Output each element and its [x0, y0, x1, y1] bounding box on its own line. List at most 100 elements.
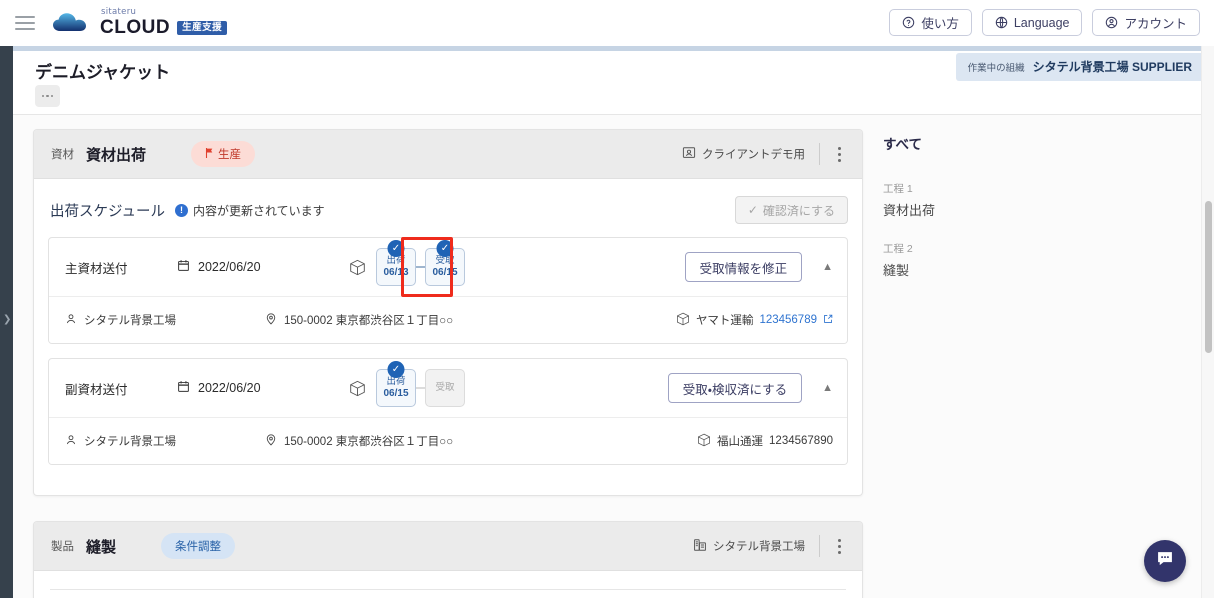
page-title: デニムジャケット	[35, 63, 171, 82]
chat-bubble-icon	[1155, 549, 1175, 574]
shipment-row: 副資材送付 2022/06/20 ✓ 出荷 06/15 受取 受取・検収済にする…	[49, 359, 847, 417]
navigator-item-name: 縫製	[883, 263, 910, 278]
shipment-carrier-label: 福山通運	[717, 436, 764, 448]
shipment-address-label: 150-0002 東京都渋谷区１丁目○○	[284, 315, 454, 327]
navigator-item-process-2[interactable]: 工程 2 縫製	[883, 241, 1183, 279]
shipment-step-chip-receive[interactable]: 受取	[425, 369, 465, 407]
shipment-step-date: 06/13	[383, 266, 409, 278]
help-button-label: 使い方	[921, 17, 959, 31]
card-kind-label: 資材	[51, 149, 74, 161]
card-owner: クライアントデモ用	[682, 146, 819, 163]
step-connector	[416, 266, 425, 268]
shipment-date-label: 2022/06/20	[198, 260, 261, 274]
page-more-actions-button[interactable]	[35, 85, 60, 107]
shipment-date: 2022/06/20	[177, 259, 327, 275]
shipment-block: 副資材送付 2022/06/20 ✓ 出荷 06/15 受取 受取・検収済にする…	[48, 358, 848, 465]
schedule-header: 出荷スケジュール ! 内容が更新されています ✓ 確認済にする	[48, 193, 848, 227]
brand-badge: 生産支援	[177, 21, 228, 36]
schedule-title: 出荷スケジュール	[50, 203, 165, 220]
mark-confirmed-button-label: 確認済にする	[762, 203, 835, 218]
person-icon	[65, 313, 77, 328]
schedule-update-note-label: 内容が更新されています	[192, 203, 325, 218]
card-more-menu-icon[interactable]	[820, 538, 848, 554]
status-badge: 条件調整	[161, 533, 236, 559]
language-button[interactable]: Language	[981, 9, 1083, 36]
brand-logo[interactable]: sitateru CLOUD 生産支援	[53, 8, 228, 37]
cloud-icon	[53, 11, 93, 35]
chevron-right-icon[interactable]: ❯	[3, 314, 11, 325]
tracking-number-text: 1234567890	[769, 435, 833, 447]
schedule-update-note: ! 内容が更新されています	[174, 202, 325, 219]
check-circle-icon: ✓	[387, 361, 405, 378]
process-card-sewing: 製品 縫製 条件調整 シタテル背景工場	[33, 521, 863, 598]
card-more-menu-icon[interactable]	[820, 146, 848, 162]
process-card-column: 資材 資材出荷 生産 クライアントデモ用 出荷スケジュール ! 内容が更新されて…	[33, 129, 863, 598]
shipment-carrier: 福山通運 1234567890	[697, 433, 833, 450]
globe-icon	[995, 16, 1008, 29]
mark-received-inspected-button-label: 受取・検収済にする	[682, 382, 788, 397]
page-scrollbar-track[interactable]	[1201, 46, 1214, 598]
shipment-status-chips: ✓ 出荷 06/15 受取	[349, 361, 465, 407]
hamburger-menu-icon[interactable]	[15, 15, 35, 30]
check-icon: ✓	[747, 203, 758, 217]
shipment-address: 150-0002 東京都渋谷区１丁目○○	[265, 312, 676, 328]
account-button[interactable]: アカウント	[1092, 9, 1200, 36]
account-button-label: アカウント	[1124, 17, 1187, 31]
shipment-row: 主資材送付 2022/06/20 ✓ 出荷 06/13 ✓ 受取 06/15 受…	[49, 237, 847, 297]
calendar-icon	[177, 380, 190, 396]
card-kind-label: 製品	[51, 541, 74, 553]
card-owner-label: シタテル背景工場	[713, 541, 805, 553]
org-label: 作業中の組織	[967, 63, 1025, 74]
shipment-address-label: 150-0002 東京都渋谷区１丁目○○	[284, 436, 454, 448]
navigator-item-step-label: 工程 1	[883, 183, 913, 195]
active-organization-chip: 作業中の組織 シタテル背景工場 SUPPLIER	[955, 53, 1204, 81]
shipment-actions: 受取・検収済にする ▲	[667, 373, 833, 403]
shipment-address: 150-0002 東京都渋谷区１丁目○○	[265, 433, 697, 449]
shipment-status-chips: ✓ 出荷 06/13 ✓ 受取 06/15	[349, 237, 465, 297]
process-card-material-shipping: 資材 資材出荷 生産 クライアントデモ用 出荷スケジュール ! 内容が更新されて…	[33, 129, 863, 496]
tracking-number-link[interactable]: 123456789	[759, 314, 817, 326]
mark-confirmed-button[interactable]: ✓ 確認済にする	[734, 196, 848, 224]
collapsed-sidebar-rail[interactable]: ❯	[0, 46, 13, 598]
check-circle-icon: ✓	[387, 240, 405, 257]
check-circle-icon: ✓	[436, 240, 454, 257]
shipment-date-label: 2022/06/20	[198, 381, 261, 395]
status-badge-label: 条件調整	[175, 541, 222, 553]
client-card-icon	[682, 146, 696, 163]
shipment-step-chip-ship[interactable]: ✓ 出荷 06/15	[376, 361, 416, 407]
card-owner-label: クライアントデモ用	[701, 149, 805, 161]
package-icon	[349, 380, 366, 397]
chat-support-button[interactable]	[1144, 540, 1186, 582]
account-circle-icon	[1105, 16, 1118, 29]
card-owner: シタテル背景工場	[693, 538, 819, 555]
org-value: シタテル背景工場 SUPPLIER	[1032, 60, 1192, 74]
page-scrollbar-thumb[interactable]	[1205, 201, 1212, 353]
package-icon	[676, 312, 690, 329]
navigator-title: すべて	[883, 137, 923, 152]
card-header: 製品 縫製 条件調整 シタテル背景工場	[34, 522, 862, 571]
navigator-item-process-1[interactable]: 工程 1 資材出荷	[883, 181, 1183, 219]
shipment-party: シタテル背景工場	[65, 433, 265, 449]
card-body: 出荷スケジュール ! 内容が更新されています ✓ 確認済にする 主資材送付 20…	[34, 179, 862, 495]
header-accent-bar	[13, 46, 1214, 51]
chevron-up-icon[interactable]: ▲	[822, 382, 833, 394]
card-title: 縫製	[86, 538, 117, 556]
shipment-step-chip-ship[interactable]: ✓ 出荷 06/13	[376, 240, 416, 286]
step-connector	[416, 387, 425, 389]
edit-receipt-info-button[interactable]: 受取情報を修正	[684, 252, 803, 282]
help-button[interactable]: 使い方	[889, 9, 972, 36]
mark-received-inspected-button[interactable]: 受取・検収済にする	[667, 373, 803, 403]
navigator-item-step-label: 工程 2	[883, 243, 913, 255]
chevron-up-icon[interactable]: ▲	[822, 261, 833, 273]
package-icon	[697, 433, 711, 450]
external-link-icon[interactable]	[823, 314, 833, 327]
page-header-band: デニムジャケット 作業中の組織 シタテル背景工場 SUPPLIER	[13, 46, 1214, 115]
shipment-step-chip-receive[interactable]: ✓ 受取 06/15	[425, 240, 465, 286]
card-title: 資材出荷	[86, 146, 147, 164]
question-circle-icon	[902, 16, 915, 29]
shipment-party-label: シタテル背景工場	[84, 315, 176, 327]
info-icon: !	[174, 203, 188, 217]
top-action-buttons: 使い方 Language アカウント	[889, 9, 1200, 36]
shipment-meta-row: シタテル背景工場 150-0002 東京都渋谷区１丁目○○	[49, 417, 847, 464]
process-navigator-panel: すべて 工程 1 資材出荷 工程 2 縫製	[883, 133, 1183, 301]
